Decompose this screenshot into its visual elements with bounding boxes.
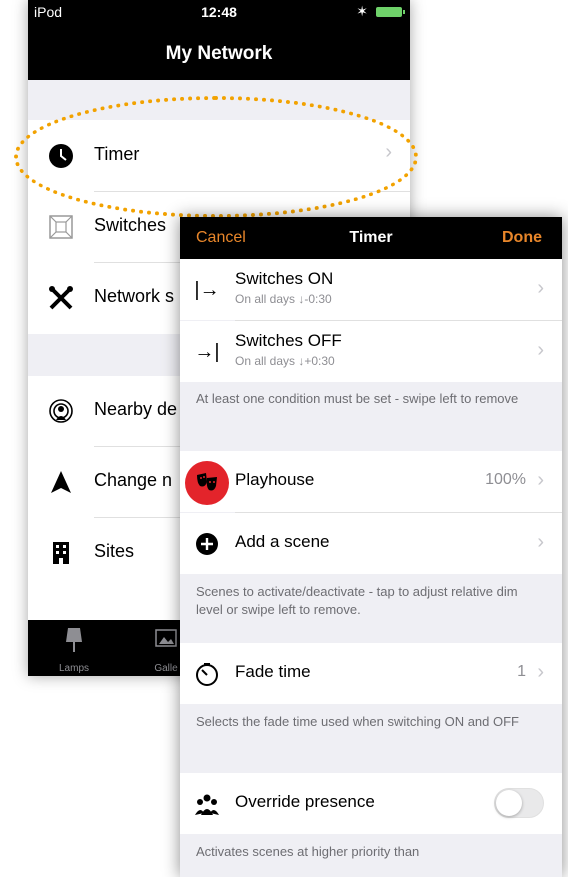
chevron-right-icon: › <box>537 531 544 553</box>
override-presence-toggle[interactable] <box>494 788 544 818</box>
add-scene-row[interactable]: Add a scene › <box>180 513 562 574</box>
row-label: Playhouse <box>235 470 315 489</box>
playhouse-scene-icon <box>185 461 229 505</box>
add-circle-icon <box>196 533 218 555</box>
fade-time-row[interactable]: Fade time 1 › <box>180 643 562 704</box>
chevron-right-icon: › <box>537 277 544 299</box>
done-button[interactable]: Done <box>502 229 542 247</box>
navigation-bar: iPod 12:48 ✶ My Network <box>28 0 410 80</box>
list-item-label: Sites <box>94 541 135 561</box>
row-label: Add a scene <box>235 532 330 551</box>
gallery-icon <box>155 629 177 647</box>
row-label: Fade time <box>235 662 311 681</box>
status-bar: iPod 12:48 ✶ <box>28 0 410 24</box>
list-item-label: Switches <box>94 215 167 235</box>
chevron-right-icon: › <box>537 469 544 491</box>
chevron-right-icon: › <box>537 661 544 683</box>
people-icon <box>195 794 219 815</box>
fade-footer-note: Selects the fade time used when switchin… <box>196 714 519 729</box>
switch-icon <box>49 215 73 239</box>
scenes-footer-note: Scenes to activate/deactivate - tap to a… <box>196 584 518 617</box>
row-label: Switches ON <box>235 269 334 288</box>
timer-highlight-ellipse <box>14 96 418 218</box>
battery-icon <box>376 7 405 17</box>
scene-level-value: 100% <box>485 471 526 488</box>
switch-off-arrow-icon: →| <box>194 341 220 363</box>
switches-on-row[interactable]: |→ Switches ON On all days ↓-0:30 › <box>180 259 562 320</box>
row-subtitle: On all days ↓-0:30 <box>235 292 332 306</box>
clock-time: 12:48 <box>201 4 237 20</box>
switches-off-row[interactable]: →| Switches OFF On all days ↓+0:30 › <box>180 321 562 382</box>
row-label: Switches OFF <box>235 331 342 350</box>
bluetooth-icon: ✶ <box>356 3 368 19</box>
scene-row-playhouse[interactable]: Playhouse 100% › <box>180 451 562 512</box>
page-title: My Network <box>165 43 273 64</box>
timer-screen: Cancel Timer Done |→ Switches ON On all … <box>180 217 562 877</box>
tab-lamps[interactable]: Lamps <box>44 626 104 674</box>
navigation-bar: Cancel Timer Done <box>180 217 562 259</box>
tools-icon <box>49 286 73 310</box>
chevron-right-icon: › <box>537 339 544 361</box>
override-presence-row: Override presence <box>180 773 562 834</box>
list-item-label: Nearby de <box>94 399 178 419</box>
fade-time-value: 1 <box>517 663 526 680</box>
building-icon <box>53 542 69 564</box>
override-footer-note: Activates scenes at higher priority than <box>196 844 420 859</box>
switch-on-arrow-icon: |→ <box>194 279 220 301</box>
row-subtitle: On all days ↓+0:30 <box>235 354 335 368</box>
toggle-knob <box>496 790 522 816</box>
navigation-icon <box>51 471 71 493</box>
nearby-icon <box>49 399 73 423</box>
theater-masks-icon <box>197 473 217 491</box>
condition-footer-note: At least one condition must be set - swi… <box>196 391 519 406</box>
row-label: Override presence <box>235 792 375 811</box>
tab-label: Lamps <box>58 663 89 674</box>
lamp-icon <box>66 628 82 652</box>
list-item-label: Network s <box>94 286 175 306</box>
timer-icon <box>196 663 218 686</box>
list-item-label: Change n <box>94 470 173 490</box>
